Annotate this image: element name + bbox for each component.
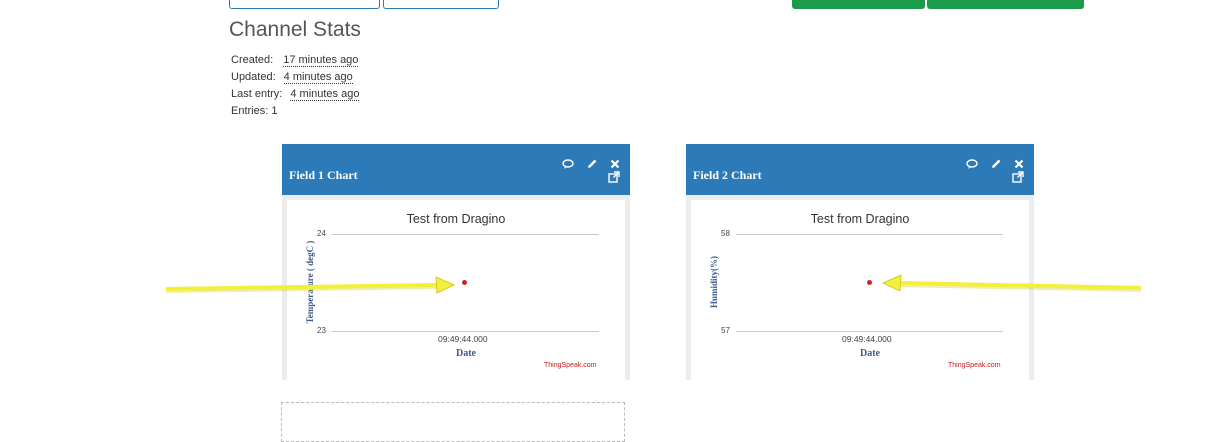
green-button-1[interactable]	[792, 0, 925, 9]
grid-line	[332, 234, 599, 235]
stat-created: Created: 17 minutes ago	[231, 54, 359, 67]
empty-widget-placeholder	[281, 402, 625, 442]
field-2-chart-card: Field 2 Chart Test from Dragino 58 57 Hu…	[686, 144, 1034, 380]
field-2-chart: Test from Dragino 58 57 Humidity(%) 09:4…	[691, 200, 1029, 380]
external-link-icon[interactable]	[607, 170, 621, 184]
thingspeak-credit[interactable]: ThingSpeak.com	[544, 362, 597, 369]
pencil-icon[interactable]	[989, 157, 1003, 171]
field-1-chart: Test from Dragino 24 23 Temperature ( de…	[287, 200, 625, 380]
x-tick-label: 09:49:44.000	[842, 334, 892, 344]
card-header: Field 2 Chart	[686, 144, 1034, 195]
green-button-2[interactable]	[927, 0, 1084, 9]
x-axis-label: Date	[456, 348, 476, 359]
stat-value: 4 minutes ago	[290, 88, 360, 101]
comment-icon[interactable]	[965, 157, 979, 171]
grid-line	[332, 331, 599, 332]
chart-title: Test from Dragino	[810, 212, 910, 226]
stat-label: Entries: 1	[231, 105, 278, 117]
stat-updated: Updated: 4 minutes ago	[231, 71, 353, 84]
stat-last-entry: Last entry: 4 minutes ago	[231, 88, 360, 101]
y-tick-label: 23	[317, 326, 326, 335]
data-point[interactable]	[867, 280, 872, 285]
y-tick-label: 57	[721, 326, 730, 335]
top-button-2[interactable]	[383, 0, 499, 9]
card-title: Field 1 Chart	[289, 168, 358, 182]
y-axis-label: Temperature ( degC )	[305, 240, 315, 324]
top-button-1[interactable]	[229, 0, 380, 9]
pencil-icon[interactable]	[585, 157, 599, 171]
close-icon[interactable]	[1012, 157, 1026, 171]
card-header: Field 1 Chart	[282, 144, 630, 195]
y-axis-label: Humidity(%)	[709, 256, 719, 309]
page-title: Channel Stats	[229, 18, 361, 41]
chart-title: Test from Dragino	[406, 212, 506, 226]
stat-value: 4 minutes ago	[283, 71, 353, 84]
grid-line	[736, 234, 1003, 235]
stat-label: Created:	[231, 54, 274, 66]
grid-line	[736, 331, 1003, 332]
external-link-icon[interactable]	[1011, 170, 1025, 184]
x-tick-label: 09:49:44.000	[438, 334, 488, 344]
close-icon[interactable]	[608, 157, 622, 171]
x-axis-label: Date	[860, 348, 880, 359]
stat-entries: Entries: 1	[231, 105, 277, 117]
comment-icon[interactable]	[561, 157, 575, 171]
card-title: Field 2 Chart	[693, 168, 762, 182]
stat-label: Updated:	[231, 71, 276, 83]
field-1-chart-card: Field 1 Chart Test from Dragino 24 23 Te…	[282, 144, 630, 380]
y-tick-label: 58	[721, 229, 730, 238]
stat-value: 17 minutes ago	[283, 54, 359, 67]
stat-label: Last entry:	[231, 88, 283, 100]
data-point[interactable]	[462, 280, 467, 285]
thingspeak-credit[interactable]: ThingSpeak.com	[948, 362, 1001, 369]
y-tick-label: 24	[317, 229, 326, 238]
